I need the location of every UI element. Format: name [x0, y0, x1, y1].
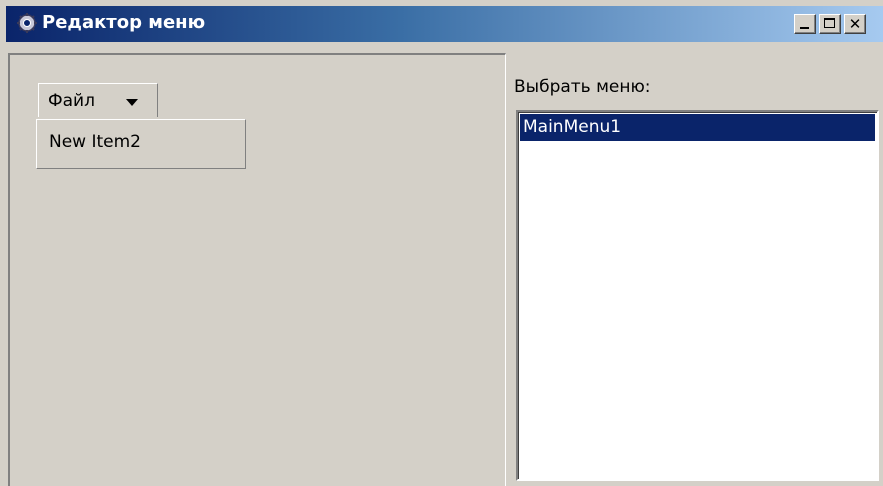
app-gear-icon [17, 13, 37, 33]
title-bar[interactable]: Редактор меню ✕ [6, 6, 883, 42]
close-icon: ✕ [848, 15, 862, 33]
close-button[interactable]: ✕ [844, 14, 866, 34]
menu-editor-window: Редактор меню ✕ Файл New Item2 Выбрать м… [0, 0, 883, 486]
caret-down-icon [126, 99, 138, 106]
maximize-button[interactable] [819, 14, 841, 34]
menu-item-new-item2[interactable]: New Item2 [49, 131, 141, 153]
menu-list-item-mainmenu1[interactable]: MainMenu1 [520, 114, 875, 141]
select-menu-label: Выбрать меню: [514, 77, 651, 97]
menu-preview-panel: Файл New Item2 [8, 53, 506, 486]
maximize-icon [824, 18, 835, 28]
menu-list[interactable]: MainMenu1 [516, 110, 879, 481]
minimize-icon [800, 27, 809, 29]
menu-file-header[interactable]: Файл [38, 83, 158, 117]
minimize-button[interactable] [794, 14, 816, 34]
menu-dropdown: New Item2 [36, 119, 246, 169]
menu-file-label: Файл [48, 91, 95, 111]
window-title: Редактор меню [42, 12, 206, 33]
